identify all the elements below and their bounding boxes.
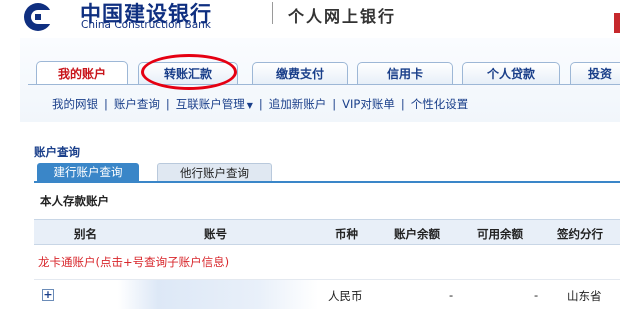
long-card-group-row: 龙卡通账户(点击+号查询子账户信息) [34, 245, 620, 277]
transfer-tab-highlight-circle [141, 54, 237, 90]
sub-navigation: 我的网银 | 账户查询 | 互联账户管理 ▼ | 追加新账户 | VIP对账单 | 个性化设置 [52, 96, 468, 112]
cell-available: - [534, 288, 539, 302]
account-query-panel: 账户查询 建行账户查询 他行账户查询 本人存款账户 别名 账号 币种 账户余额 … [20, 138, 620, 309]
subnav-separator: | [258, 97, 263, 111]
deposit-accounts-heading: 本人存款账户 [40, 194, 109, 208]
long-card-account-label: 龙卡通账户(点击+号查询子账户信息) [38, 255, 230, 269]
plus-icon[interactable]: + [42, 289, 54, 301]
tab-baseline [28, 84, 620, 85]
tab-my-account[interactable]: 我的账户 [36, 61, 128, 85]
tab-payment[interactable]: 缴费支付 [252, 62, 348, 84]
subnav-linked-accounts[interactable]: 互联账户管理 [176, 96, 245, 112]
subnav-separator: | [165, 97, 170, 111]
subnav-vip-statement[interactable]: VIP对账单 [342, 96, 395, 112]
col-branch: 签约分行 [557, 227, 603, 241]
col-currency: 币种 [335, 227, 358, 241]
header-divider [272, 2, 273, 24]
subnav-separator: | [400, 97, 405, 111]
caret-down-icon: ▼ [246, 101, 253, 110]
col-available-balance: 可用余额 [477, 227, 523, 241]
subnav-separator: | [332, 97, 337, 111]
subnav-add-account[interactable]: 追加新账户 [269, 96, 327, 112]
subtab-other-bank-query[interactable]: 他行账户查询 [157, 163, 272, 181]
tab-investment[interactable]: 投资 [570, 62, 620, 84]
col-account-number: 账号 [204, 227, 227, 241]
cell-balance: - [449, 288, 454, 302]
ccb-personal-banking-page: 中国建设银行 China Construction Bank 个人网上银行 我的… [0, 0, 620, 309]
header-edge-mark [614, 13, 620, 33]
col-balance: 账户余额 [394, 227, 440, 241]
section-title: 账户查询 [34, 145, 80, 159]
tab-personal-loan[interactable]: 个人贷款 [462, 62, 560, 84]
cell-branch: 山东省 [567, 289, 602, 303]
subtab-ccb-account-query[interactable]: 建行账户查询 [37, 163, 139, 181]
subnav-personalize[interactable]: 个性化设置 [411, 96, 469, 112]
table-header: 别名 账号 币种 账户余额 可用余额 签约分行 [34, 219, 620, 245]
table-row: + 人民币 - - 山东省 [34, 279, 620, 309]
subnav-my-ebank[interactable]: 我的网银 [52, 96, 98, 112]
bank-name-en: China Construction Bank [81, 19, 211, 31]
masked-account-info [118, 280, 318, 309]
col-alias: 别名 [74, 227, 97, 241]
subnav-separator: | [104, 97, 108, 111]
tab-credit-card[interactable]: 信用卡 [357, 62, 453, 84]
cell-currency: 人民币 [328, 289, 363, 303]
subnav-account-query[interactable]: 账户查询 [114, 96, 160, 112]
ccb-logo-icon [24, 3, 54, 31]
subtab-bar: 建行账户查询 他行账户查询 [34, 163, 620, 183]
portal-title: 个人网上银行 [288, 7, 397, 26]
